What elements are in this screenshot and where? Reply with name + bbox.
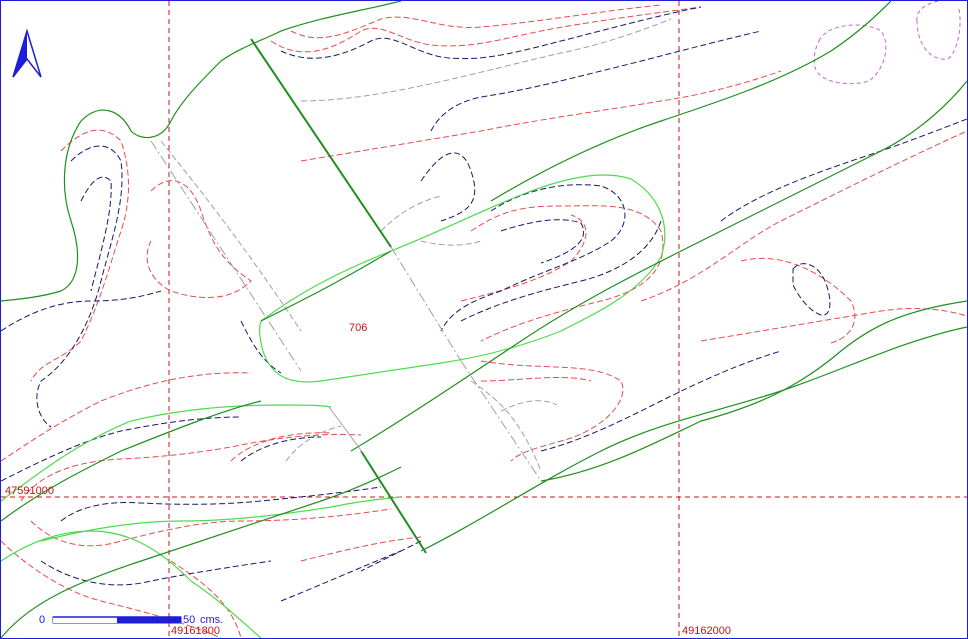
easting-label-right: 49162000 (682, 625, 731, 637)
boundary-light (1, 174, 666, 638)
easting-label-left: 49161800 (171, 625, 220, 637)
contours-gray (160, 18, 672, 472)
map-viewport[interactable]: 47591000 49161800 49162000 706 0 50 cms. (0, 0, 968, 639)
contours-magenta (813, 1, 961, 85)
scale-end-label: 50 (183, 614, 195, 626)
northing-label: 47591000 (5, 485, 54, 497)
map-canvas[interactable]: 47591000 49161800 49162000 706 0 50 cms. (1, 1, 967, 638)
scale-start-label: 0 (39, 614, 45, 626)
parcel-label[interactable]: 706 (349, 322, 367, 334)
north-arrow-icon (12, 28, 42, 78)
contours-navy (1, 6, 967, 602)
scale-unit-label: cms. (200, 614, 223, 626)
contours-red (1, 4, 967, 638)
